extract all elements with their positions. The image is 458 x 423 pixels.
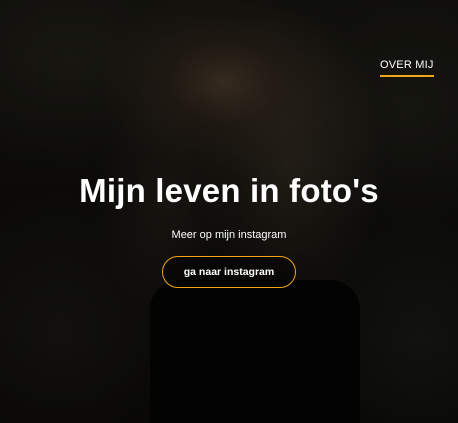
hero-section: OVER MIJ Mijn leven in foto's Meer op mi… <box>0 0 458 423</box>
instagram-button-label: ga naar instagram <box>183 266 275 278</box>
instagram-button[interactable]: ga naar instagram <box>162 256 296 288</box>
hero-subtitle: Meer op mijn instagram <box>171 229 287 241</box>
nav-link-over-mij[interactable]: OVER MIJ <box>380 59 434 77</box>
background-photo <box>150 280 360 423</box>
page-title: Mijn leven in foto's <box>79 172 379 209</box>
